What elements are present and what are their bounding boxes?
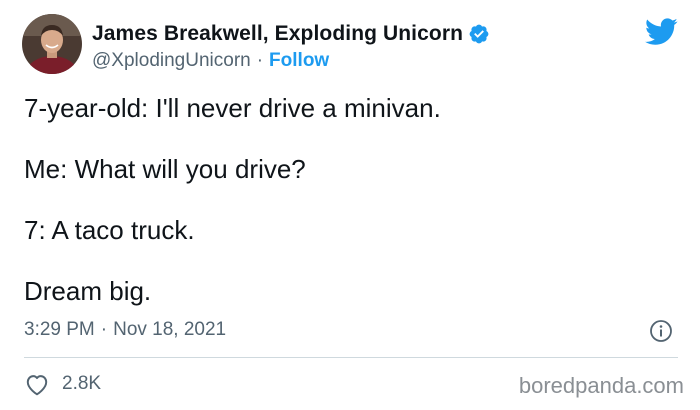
separator-dot: · — [100, 319, 108, 340]
info-icon[interactable] — [649, 319, 673, 343]
tweet-line: 7: A taco truck. — [24, 215, 195, 245]
heart-icon — [24, 372, 50, 396]
tweet-line: 7-year-old: I'll never drive a minivan. — [24, 93, 441, 123]
verified-badge-icon — [468, 23, 490, 45]
divider — [24, 357, 678, 358]
twitter-bird-icon[interactable] — [645, 18, 678, 46]
tweet-line: Dream big. — [24, 276, 152, 306]
tweet-card: James Breakwell, Exploding Unicorn @Xplo… — [0, 0, 700, 410]
like-button[interactable]: 2.8K — [24, 370, 101, 398]
watermark: boredpanda.com — [518, 373, 684, 398]
author-name-row: James Breakwell, Exploding Unicorn — [92, 20, 490, 48]
author-display-name[interactable]: James Breakwell, Exploding Unicorn — [92, 22, 463, 46]
follow-button[interactable]: Follow — [269, 50, 329, 72]
separator-dot: · — [256, 50, 264, 71]
tweet-timestamp[interactable]: 3:29 PM · Nov 18, 2021 — [24, 317, 226, 343]
tweet-time: 3:29 PM — [24, 319, 95, 340]
tweet-text: 7-year-old: I'll never drive a minivan. … — [24, 92, 674, 307]
like-count: 2.8K — [62, 373, 102, 394]
tweet-date: Nov 18, 2021 — [113, 319, 227, 340]
avatar[interactable] — [22, 14, 82, 74]
tweet-line: Me: What will you drive? — [24, 154, 306, 184]
author-handle[interactable]: @XplodingUnicorn — [92, 50, 251, 72]
author-handle-row: @XplodingUnicorn · Follow — [92, 49, 329, 73]
